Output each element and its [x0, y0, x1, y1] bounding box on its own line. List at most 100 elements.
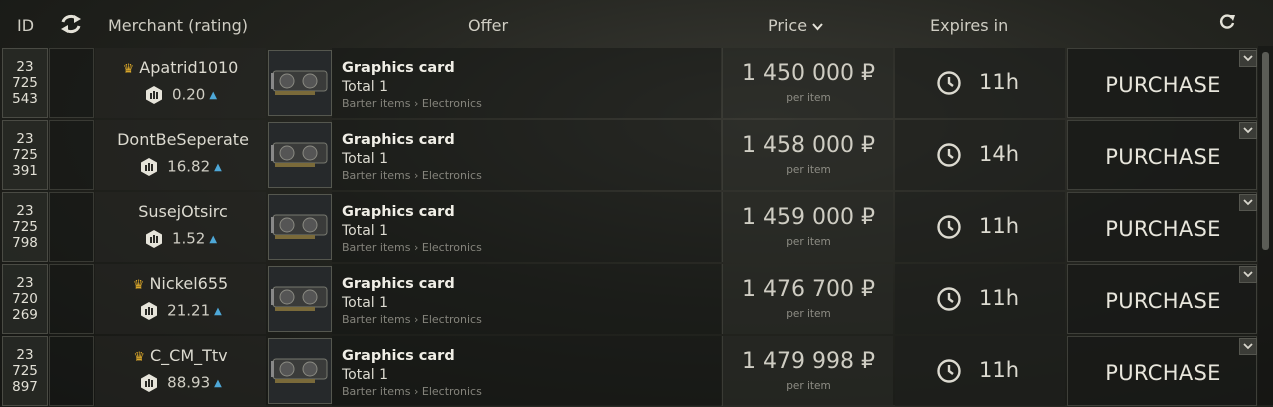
crown-icon: ♛: [132, 278, 145, 293]
expires-cell: 11h: [895, 336, 1065, 406]
offer-select-cell[interactable]: [49, 120, 94, 190]
price-cell: 1 458 000 ₽ per item: [722, 120, 893, 190]
arrows-exchange-icon[interactable]: [60, 14, 82, 38]
graphics-card-image: [271, 142, 328, 167]
clock-icon: [937, 359, 961, 383]
offer-title: Graphics card: [342, 348, 455, 364]
offer-select-cell[interactable]: [49, 192, 94, 262]
arrow-up-icon: ▲: [209, 89, 218, 101]
row-options-dropdown[interactable]: [1239, 122, 1257, 139]
offer-category: Barter items › Electronics: [342, 241, 482, 254]
scrollbar-thumb[interactable]: [1262, 52, 1269, 250]
expires-value: 14h: [979, 142, 1020, 166]
offer-title: Graphics card: [342, 60, 455, 76]
row-options-dropdown[interactable]: [1239, 338, 1257, 355]
chevron-down-icon: [1243, 271, 1253, 278]
offer-id-part: 897: [12, 379, 38, 395]
offer-total: Total 1: [342, 295, 389, 311]
item-thumbnail[interactable]: [268, 338, 332, 404]
header-price[interactable]: Price: [768, 16, 823, 35]
merchant-name-line: ♛ C_CM_Ttv: [95, 346, 266, 365]
offer-title: Graphics card: [342, 276, 455, 292]
graphics-card-image: [271, 70, 328, 95]
purchase-button[interactable]: PURCHASE: [1067, 48, 1257, 118]
header-expires[interactable]: Expires in: [930, 16, 1008, 35]
merchant-cell[interactable]: SusejOtsirc 1.52 ▲: [95, 192, 266, 262]
arrow-up-icon: ▲: [214, 161, 222, 173]
offer-cell[interactable]: Graphics card Total 1 Barter items › Ele…: [332, 336, 721, 406]
merchant-cell[interactable]: ♛ Nickel655 21.21 ▲: [95, 264, 266, 334]
offer-select-cell[interactable]: [49, 264, 94, 334]
purchase-button[interactable]: PURCHASE: [1067, 120, 1257, 190]
offer-cell[interactable]: Graphics card Total 1 Barter items › Ele…: [332, 48, 721, 118]
offer-total: Total 1: [342, 79, 389, 95]
graphics-card-image: [271, 214, 328, 239]
purchase-button[interactable]: PURCHASE: [1067, 264, 1257, 334]
header-offer[interactable]: Offer: [468, 16, 508, 35]
chevron-down-icon: [1243, 343, 1253, 350]
merchant-cell[interactable]: ♛ C_CM_Ttv 88.93 ▲: [95, 336, 266, 406]
offer-id-part: 23: [16, 275, 34, 291]
reload-icon[interactable]: [1218, 12, 1236, 34]
rating-value: 88.93: [167, 373, 211, 392]
offer-select-cell[interactable]: [49, 48, 94, 118]
rating-value: 16.82: [167, 157, 211, 176]
offer-total: Total 1: [342, 367, 389, 383]
expires-cell: 11h: [895, 264, 1065, 334]
offer-row: 23 725 798 SusejOtsirc 1.52 ▲ Graphics c…: [0, 192, 1258, 262]
offer-cell[interactable]: Graphics card Total 1 Barter items › Ele…: [332, 264, 721, 334]
merchant-cell[interactable]: DontBeSeperate 16.82 ▲: [95, 120, 266, 190]
merchant-rating: 21.21 ▲: [95, 301, 266, 321]
header-merchant[interactable]: Merchant (rating): [108, 16, 248, 35]
per-item-label: per item: [786, 236, 831, 248]
offer-id-part: 725: [12, 219, 38, 235]
price-cell: 1 479 998 ₽ per item: [722, 336, 893, 406]
offer-id: 23 725 897: [2, 336, 48, 406]
offer-row: 23 720 269 ♛ Nickel655 21.21 ▲ Graphics …: [0, 264, 1258, 334]
offer-select-cell[interactable]: [49, 336, 94, 406]
row-options-dropdown[interactable]: [1239, 266, 1257, 283]
offer-row: 23 725 897 ♛ C_CM_Ttv 88.93 ▲ Graphics c…: [0, 336, 1258, 406]
chevron-down-icon: [1243, 127, 1253, 134]
arrow-up-icon: ▲: [214, 305, 222, 317]
merchant-rating: 0.20 ▲: [95, 85, 266, 105]
offer-id: 23 725 798: [2, 192, 48, 262]
offer-id: 23 720 269: [2, 264, 48, 334]
offer-total: Total 1: [342, 151, 389, 167]
row-options-dropdown[interactable]: [1239, 194, 1257, 211]
item-thumbnail[interactable]: [268, 50, 332, 116]
hex-rating-icon: [139, 373, 159, 393]
offer-id-part: 23: [16, 203, 34, 219]
merchant-rating: 1.52 ▲: [95, 229, 266, 249]
item-thumbnail[interactable]: [268, 194, 332, 260]
clock-icon: [937, 287, 961, 311]
merchant-rating: 16.82 ▲: [95, 157, 266, 177]
offer-id: 23 725 391: [2, 120, 48, 190]
chevron-down-icon: [1243, 199, 1253, 206]
header-id[interactable]: ID: [17, 16, 34, 35]
merchant-cell[interactable]: ♛ Apatrid1010 0.20 ▲: [95, 48, 266, 118]
scrollbar[interactable]: [1258, 46, 1273, 405]
purchase-button[interactable]: PURCHASE: [1067, 336, 1257, 406]
clock-icon: [937, 143, 961, 167]
price-value: 1 476 700 ₽: [742, 277, 875, 302]
merchant-name-line: ♛ Apatrid1010: [95, 58, 266, 77]
purchase-button[interactable]: PURCHASE: [1067, 192, 1257, 262]
row-options-dropdown[interactable]: [1239, 50, 1257, 67]
hex-rating-icon: [139, 301, 159, 321]
offer-id-part: 23: [16, 131, 34, 147]
clock-icon: [937, 215, 961, 239]
offer-id-part: 725: [12, 75, 38, 91]
offer-cell[interactable]: Graphics card Total 1 Barter items › Ele…: [332, 120, 721, 190]
purchase-label: PURCHASE: [1105, 145, 1221, 169]
item-thumbnail[interactable]: [268, 266, 332, 332]
hex-rating-icon: [144, 85, 164, 105]
chevron-down-icon: [1243, 55, 1253, 62]
merchant-name: DontBeSeperate: [117, 130, 249, 149]
rating-value: 21.21: [167, 301, 211, 320]
item-thumbnail[interactable]: [268, 122, 332, 188]
clock-icon: [937, 71, 961, 95]
purchase-label: PURCHASE: [1105, 73, 1221, 97]
hex-rating-icon: [139, 157, 159, 177]
offer-cell[interactable]: Graphics card Total 1 Barter items › Ele…: [332, 192, 721, 262]
